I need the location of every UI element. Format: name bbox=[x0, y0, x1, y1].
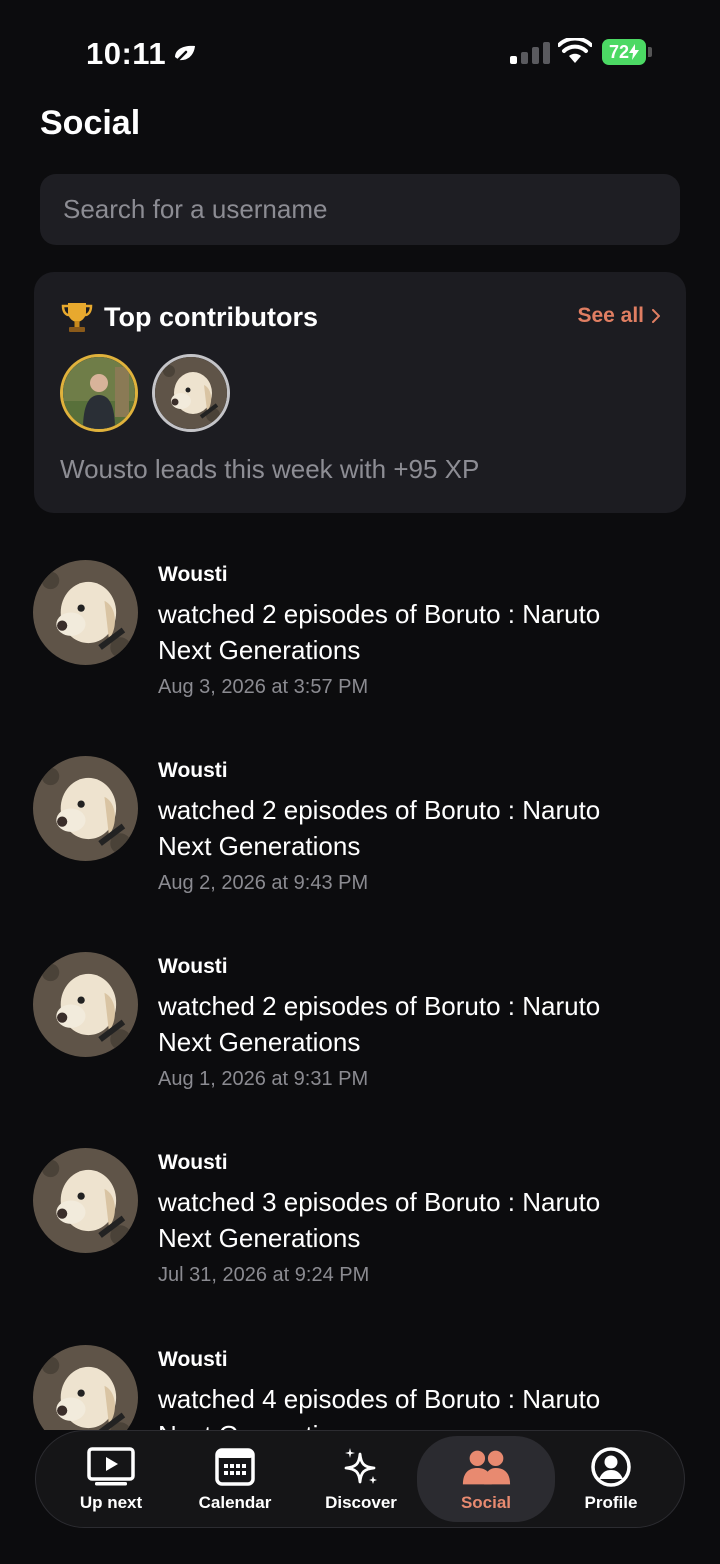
see-all-link[interactable]: See all bbox=[577, 304, 660, 328]
dog-photo-icon bbox=[33, 560, 138, 665]
feed-username[interactable]: Wousti bbox=[158, 955, 228, 979]
dog-photo-icon bbox=[33, 952, 138, 1057]
feed-item[interactable]: Wousti watched 4 episodes of Boruto : Na… bbox=[0, 1325, 720, 1430]
dog-photo-icon bbox=[33, 1148, 138, 1253]
play-screen-icon bbox=[87, 1447, 135, 1486]
status-time: 10:11 bbox=[86, 36, 198, 72]
contributor-avatar-second[interactable] bbox=[152, 354, 230, 432]
battery-percent: 72 bbox=[608, 41, 630, 62]
top-contributors-title: Top contributors bbox=[104, 301, 318, 332]
feed-username[interactable]: Wousti bbox=[158, 1348, 228, 1372]
wifi-icon bbox=[558, 38, 592, 63]
battery-indicator: 72 bbox=[602, 39, 654, 65]
tab-label: Discover bbox=[325, 1493, 397, 1512]
user-avatar[interactable] bbox=[33, 952, 138, 1057]
top-contributors-heading: Top contributors bbox=[60, 300, 318, 334]
tab-profile[interactable]: Profile bbox=[548, 1431, 674, 1527]
focus-mode-icon bbox=[173, 45, 196, 65]
cellular-signal-icon bbox=[510, 42, 550, 64]
feed-activity-text: watched 2 episodes of Boruto : Naruto Ne… bbox=[158, 991, 601, 1057]
top-contributors-card: Top contributors See all Wousto leads th… bbox=[34, 272, 686, 513]
feed-activity-text: watched 2 episodes of Boruto : Naruto Ne… bbox=[158, 795, 601, 861]
user-avatar[interactable] bbox=[33, 1148, 138, 1253]
see-all-label: See all bbox=[577, 304, 644, 327]
feed-item[interactable]: Wousti watched 3 episodes of Boruto : Na… bbox=[0, 1128, 720, 1318]
tab-up-next[interactable]: Up next bbox=[48, 1431, 174, 1527]
feed-username[interactable]: Wousti bbox=[158, 563, 228, 587]
dog-photo-icon bbox=[33, 1345, 138, 1430]
tab-social[interactable]: Social bbox=[417, 1436, 555, 1522]
tab-calendar[interactable]: Calendar bbox=[172, 1431, 298, 1527]
chevron-right-icon bbox=[652, 309, 660, 323]
calendar-icon bbox=[215, 1448, 255, 1486]
contributor-avatar-first[interactable] bbox=[60, 354, 138, 432]
search-input[interactable] bbox=[40, 174, 680, 245]
feed-item[interactable]: Wousti watched 2 episodes of Boruto : Na… bbox=[0, 736, 720, 926]
clock-text: 10:11 bbox=[86, 36, 167, 71]
user-avatar[interactable] bbox=[33, 756, 138, 861]
feed-item[interactable]: Wousti watched 2 episodes of Boruto : Na… bbox=[0, 932, 720, 1122]
tab-discover[interactable]: Discover bbox=[298, 1431, 424, 1527]
feed-username[interactable]: Wousti bbox=[158, 1151, 228, 1175]
feed-activity-text: watched 2 episodes of Boruto : Naruto Ne… bbox=[158, 599, 601, 665]
page-title: Social bbox=[40, 104, 141, 142]
contributor-avatars bbox=[60, 354, 230, 432]
charging-bolt-icon bbox=[629, 44, 640, 60]
sparkles-icon bbox=[344, 1448, 377, 1484]
top-contributors-summary: Wousto leads this week with +95 XP bbox=[60, 454, 480, 484]
feed-item[interactable]: Wousti watched 2 episodes of Boruto : Na… bbox=[0, 540, 720, 730]
feed-timestamp: Aug 3, 2026 at 3:57 PM bbox=[158, 676, 369, 698]
feed-timestamp: Aug 2, 2026 at 9:43 PM bbox=[158, 872, 369, 894]
feed-username[interactable]: Wousti bbox=[158, 759, 228, 783]
person-circle-icon bbox=[591, 1447, 631, 1487]
tab-label: Profile bbox=[584, 1493, 638, 1512]
trophy-icon bbox=[61, 303, 93, 332]
tab-bar: Up next Calendar Discover Social Profile bbox=[35, 1430, 685, 1528]
tab-label: Up next bbox=[79, 1493, 143, 1512]
feed-timestamp: Jul 31, 2026 at 9:24 PM bbox=[158, 1264, 370, 1286]
user-avatar[interactable] bbox=[33, 1345, 138, 1430]
tab-label: Social bbox=[460, 1493, 512, 1512]
activity-feed[interactable]: Wousti watched 2 episodes of Boruto : Na… bbox=[0, 540, 720, 1430]
dog-photo-icon bbox=[155, 357, 227, 429]
tab-label: Calendar bbox=[198, 1493, 272, 1512]
feed-activity-text: watched 3 episodes of Boruto : Naruto Ne… bbox=[158, 1187, 601, 1253]
user-avatar[interactable] bbox=[33, 560, 138, 665]
dog-photo-icon bbox=[33, 756, 138, 861]
feed-timestamp: Aug 1, 2026 at 9:31 PM bbox=[158, 1068, 369, 1090]
person-photo-icon bbox=[63, 357, 135, 429]
status-bar: 10:11 72 bbox=[0, 0, 720, 100]
feed-activity-text: watched 4 episodes of Boruto : Naruto Ne… bbox=[158, 1384, 601, 1430]
people-icon bbox=[462, 1450, 511, 1485]
